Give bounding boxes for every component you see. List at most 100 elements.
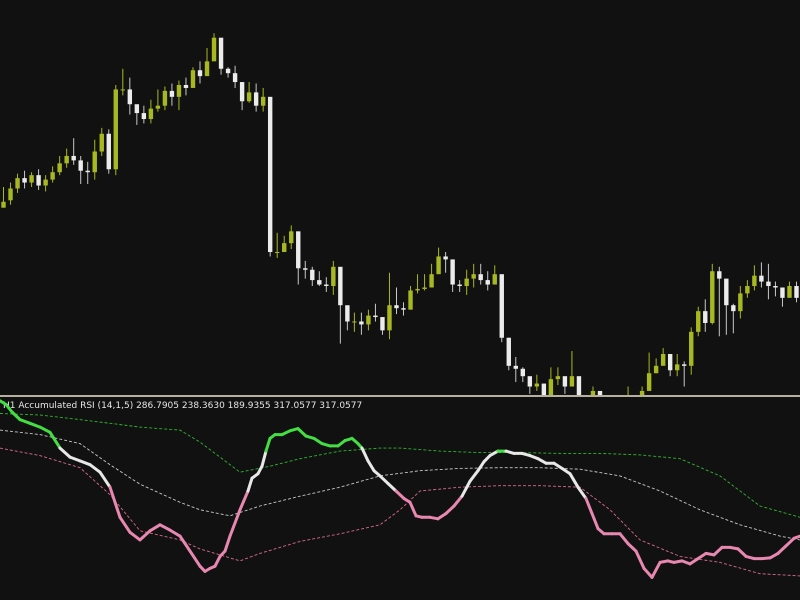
candle-body — [492, 274, 497, 285]
candle — [653, 358, 659, 374]
candle — [169, 83, 175, 106]
candle-body — [780, 287, 785, 298]
candle — [282, 235, 287, 253]
rsi-line-segment — [590, 512, 600, 531]
candle — [127, 77, 133, 115]
candle-body — [8, 188, 13, 201]
candle — [225, 67, 231, 78]
candle-body — [106, 133, 111, 170]
candle-body — [190, 70, 196, 88]
candle — [590, 386, 596, 395]
rsi-line-segment — [634, 549, 646, 570]
rsi-line-segment — [78, 459, 92, 467]
candle-body — [562, 376, 568, 387]
indicator-chart[interactable] — [0, 397, 800, 600]
candle — [717, 266, 722, 337]
candle-body — [787, 286, 792, 298]
candle — [387, 272, 392, 340]
candle-body — [457, 284, 462, 287]
candle-body — [141, 113, 147, 119]
candle-body — [471, 274, 476, 279]
candle — [204, 48, 210, 77]
candle — [8, 182, 13, 205]
rsi-line-segment — [386, 482, 398, 493]
candle — [766, 263, 771, 300]
candle — [134, 104, 140, 125]
candle — [15, 173, 20, 193]
candle-body — [520, 368, 526, 377]
candle-body — [99, 133, 104, 152]
candle-body — [731, 305, 736, 312]
candle — [780, 287, 785, 307]
candle-body — [569, 376, 575, 387]
candle-body — [443, 256, 448, 260]
rsi-line-segment — [138, 529, 152, 542]
rsi-line-segment — [460, 479, 472, 498]
candle — [289, 225, 294, 250]
candle — [380, 317, 385, 335]
price-chart[interactable] — [0, 0, 800, 395]
candle-body — [282, 243, 287, 253]
candle — [415, 274, 420, 294]
candle — [43, 175, 48, 192]
rsi-line-segment — [118, 515, 132, 534]
candle-body — [1, 201, 6, 208]
candle — [492, 265, 497, 285]
candle-body — [352, 321, 357, 323]
candle-body — [211, 37, 217, 62]
candle — [506, 337, 511, 371]
candle-body — [57, 163, 62, 173]
candle-body — [113, 89, 118, 170]
candle — [794, 281, 799, 303]
trading-chart[interactable]: H1 Accumulated RSI (14,1,5) 286.7905 238… — [0, 0, 800, 600]
candle-body — [576, 376, 582, 395]
candle — [253, 83, 259, 112]
candle — [555, 367, 561, 386]
candle — [190, 67, 196, 88]
candle — [71, 138, 76, 165]
candle — [1, 186, 6, 208]
rsi-line-segment — [468, 469, 480, 483]
candle — [113, 85, 118, 176]
candle-body — [478, 274, 483, 281]
candle — [331, 260, 336, 295]
candle-body — [710, 271, 715, 323]
candle-body — [204, 61, 210, 77]
candle — [576, 376, 582, 395]
candle-body — [696, 311, 701, 332]
candle-body — [296, 231, 301, 269]
rsi-line-segment — [28, 421, 42, 429]
rsi-line-segment — [38, 425, 52, 434]
candle-body — [794, 286, 799, 298]
candle-body — [464, 278, 469, 287]
rsi-line-segment — [228, 508, 242, 538]
candle — [429, 263, 434, 288]
candle — [485, 271, 490, 291]
candle-body — [506, 337, 511, 366]
candle-body — [71, 155, 76, 161]
candle — [394, 287, 399, 315]
rsi-line-segment — [188, 549, 202, 568]
rsi-line-segment — [68, 455, 82, 463]
rsi-line-segment — [650, 560, 662, 579]
candle-body — [169, 90, 175, 97]
candle — [296, 231, 301, 285]
candle-body — [436, 256, 441, 275]
candle-body — [752, 275, 757, 287]
candle — [450, 259, 455, 292]
candle-body — [120, 89, 126, 91]
rsi-line-segment — [776, 544, 788, 555]
candle-body — [485, 280, 490, 285]
candle-body — [289, 231, 294, 244]
candle — [478, 263, 483, 285]
candle-body — [148, 108, 154, 119]
candle-body — [660, 354, 666, 366]
rsi-line-segment — [10, 410, 22, 422]
candle — [211, 33, 217, 62]
rsi-line-segment — [584, 497, 594, 515]
candle — [569, 351, 575, 387]
rsi-band-mid — [0, 429, 800, 541]
candle — [682, 361, 687, 387]
candle — [183, 77, 189, 96]
candle — [345, 305, 350, 331]
